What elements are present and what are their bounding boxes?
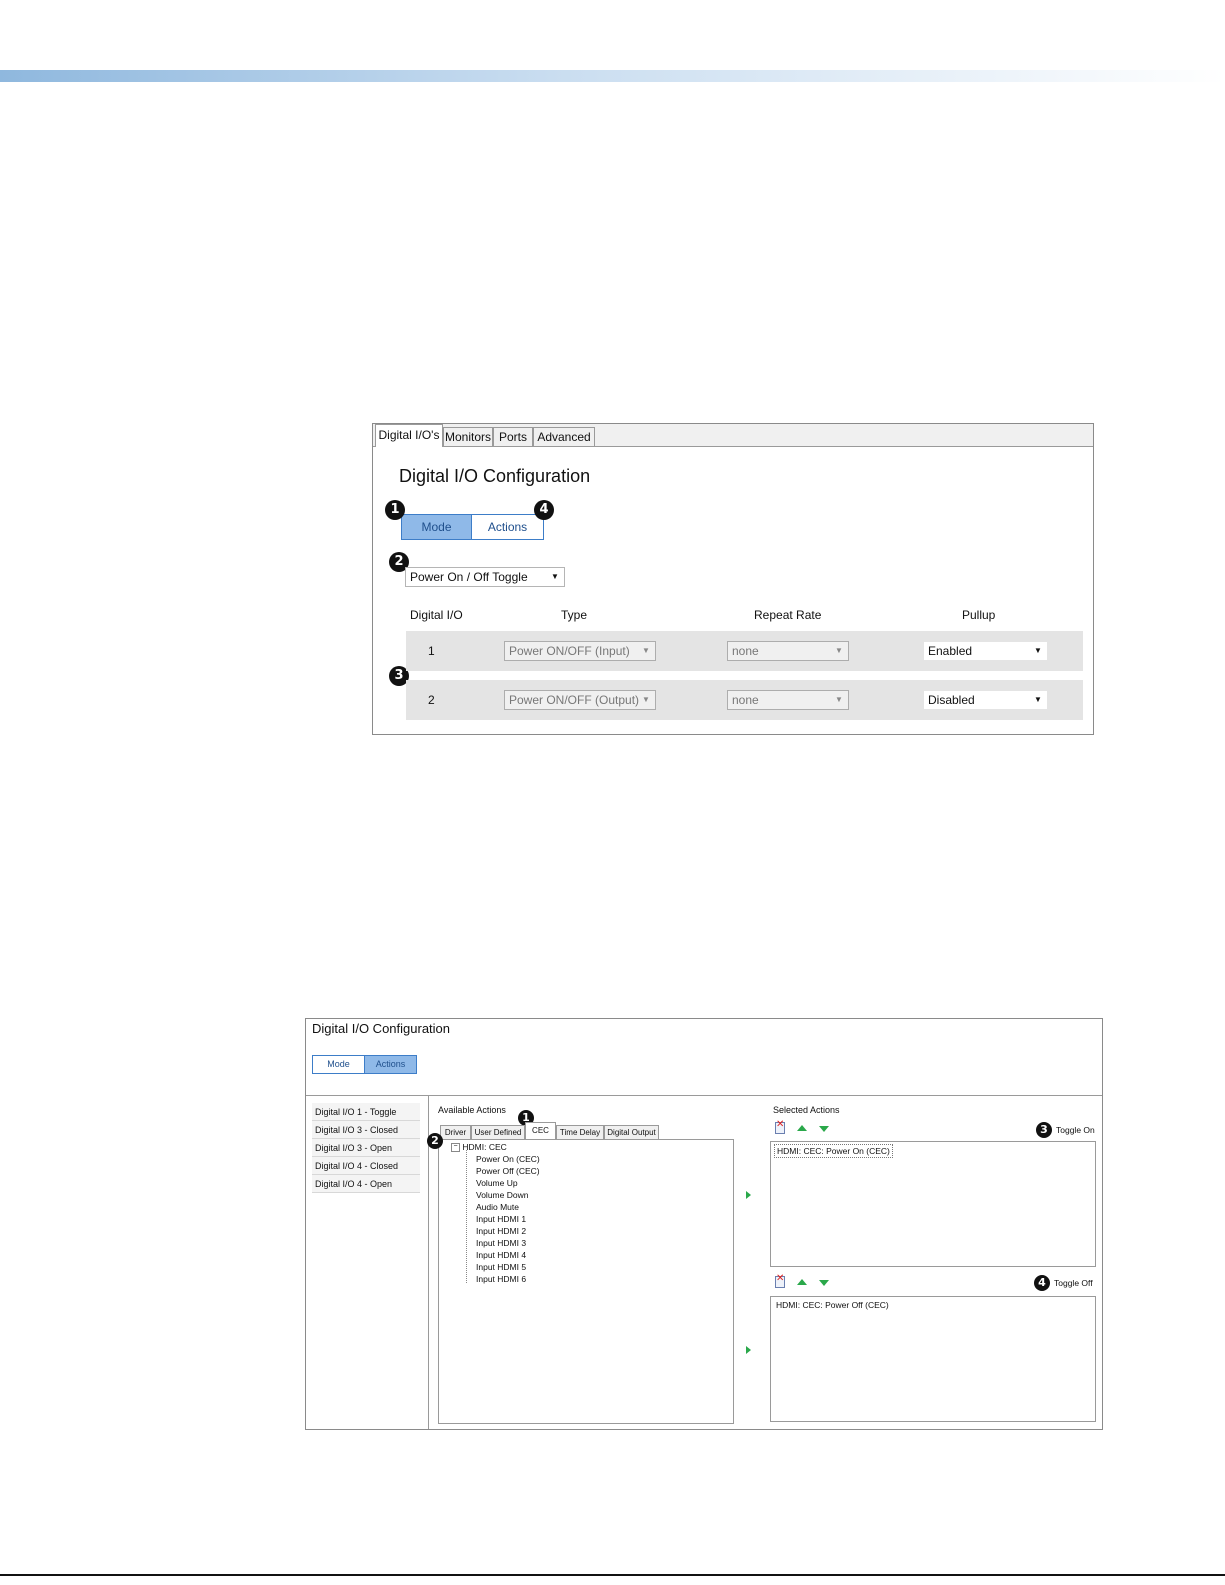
digital-io-mode-panel: Digital I/O's Monitors Ports Advanced Di… xyxy=(372,423,1094,735)
type-select: Power ON/OFF (Output) ▼ xyxy=(504,690,656,710)
tree-item[interactable]: Input HDMI 1 xyxy=(476,1213,526,1225)
collapse-icon[interactable]: − xyxy=(451,1143,460,1153)
tab-ports[interactable]: Ports xyxy=(493,427,533,446)
tree-item[interactable]: Input HDMI 2 xyxy=(476,1225,526,1237)
tree-item[interactable]: Input HDMI 3 xyxy=(476,1237,526,1249)
tab-user-defined[interactable]: User Defined xyxy=(471,1125,525,1139)
pullup-value: Enabled xyxy=(928,644,973,658)
chevron-down-icon: ▼ xyxy=(551,572,559,581)
move-up-icon[interactable] xyxy=(797,1125,807,1131)
mode-button[interactable]: Mode xyxy=(312,1055,365,1074)
available-actions-tree: − HDMI: CEC Power On (CEC) Power Off (CE… xyxy=(438,1139,734,1424)
tab-cec[interactable]: CEC xyxy=(525,1122,556,1140)
column-header-digital-io: Digital I/O xyxy=(410,608,463,622)
tree-item[interactable]: Input HDMI 5 xyxy=(476,1261,526,1273)
digital-io-list: Digital I/O 1 - Toggle Digital I/O 3 - C… xyxy=(306,1096,429,1429)
tab-monitors[interactable]: Monitors xyxy=(443,427,493,446)
selected-actions-label: Selected Actions xyxy=(773,1105,840,1115)
chevron-down-icon: ▼ xyxy=(835,646,843,655)
chevron-down-icon: ▼ xyxy=(835,695,843,704)
list-item[interactable]: HDMI: CEC: Power Off (CEC) xyxy=(776,1299,889,1311)
tree: − HDMI: CEC Power On (CEC) Power Off (CE… xyxy=(439,1140,733,1423)
tab-digital-ios[interactable]: Digital I/O's xyxy=(375,424,443,447)
actions-button[interactable]: Actions xyxy=(364,1055,417,1074)
repeat-rate-select: none ▼ xyxy=(727,641,849,661)
tree-root[interactable]: − HDMI: CEC xyxy=(451,1141,507,1153)
actions-button[interactable]: Actions xyxy=(471,514,544,540)
mode-button[interactable]: Mode xyxy=(401,514,472,540)
toggle-off-label: Toggle Off xyxy=(1054,1278,1093,1288)
tree-item[interactable]: Volume Down xyxy=(476,1189,528,1201)
repeat-rate-select: none ▼ xyxy=(727,690,849,710)
list-item[interactable]: Digital I/O 3 - Open xyxy=(312,1139,420,1157)
list-item[interactable]: Digital I/O 4 - Open xyxy=(312,1175,420,1193)
repeat-rate-value: none xyxy=(732,644,759,658)
tree-item[interactable]: Input HDMI 4 xyxy=(476,1249,526,1261)
digital-io-actions-panel: Digital I/O Configuration Mode Actions D… xyxy=(305,1018,1103,1430)
add-to-toggle-off-icon[interactable] xyxy=(746,1346,751,1354)
row-io-number: 1 xyxy=(428,644,435,658)
tree-item[interactable]: Input HDMI 6 xyxy=(476,1273,526,1285)
toggle-off-actions-box: HDMI: CEC: Power Off (CEC) xyxy=(770,1296,1096,1422)
mode-select-value: Power On / Off Toggle xyxy=(410,570,528,584)
tree-item[interactable]: Volume Up xyxy=(476,1177,518,1189)
footer-rule xyxy=(0,1574,1225,1576)
row-io-number: 2 xyxy=(428,693,435,707)
type-select-value: Power ON/OFF (Input) xyxy=(509,644,630,658)
table-row: 1 Power ON/OFF (Input) ▼ none ▼ Enabled … xyxy=(406,631,1083,671)
list-item[interactable]: Digital I/O 3 - Closed xyxy=(312,1121,420,1139)
delete-icon[interactable] xyxy=(775,1119,785,1134)
pullup-value: Disabled xyxy=(928,693,975,707)
move-down-icon[interactable] xyxy=(819,1280,829,1286)
type-select: Power ON/OFF (Input) ▼ xyxy=(504,641,656,661)
callout-badge-3: 3 xyxy=(1036,1122,1052,1138)
tree-connector xyxy=(466,1150,468,1283)
callout-badge-2: 2 xyxy=(427,1133,443,1149)
list-item[interactable]: Digital I/O 1 - Toggle xyxy=(312,1103,420,1121)
pullup-select[interactable]: Enabled ▼ xyxy=(923,641,1048,661)
tab-strip: Digital I/O's Monitors Ports Advanced xyxy=(373,424,1093,447)
available-actions-label: Available Actions xyxy=(438,1105,506,1115)
type-select-value: Power ON/OFF (Output) xyxy=(509,693,640,707)
tree-item[interactable]: Power Off (CEC) xyxy=(476,1165,540,1177)
chevron-down-icon: ▼ xyxy=(642,646,650,655)
toggle-on-label: Toggle On xyxy=(1056,1125,1095,1135)
tab-digital-output[interactable]: Digital Output xyxy=(604,1125,659,1139)
callout-badge-1: 1 xyxy=(385,500,405,520)
table-row: 2 Power ON/OFF (Output) ▼ none ▼ Disable… xyxy=(406,680,1083,720)
column-header-pullup: Pullup xyxy=(962,608,996,622)
tree-item[interactable]: Power On (CEC) xyxy=(476,1153,540,1165)
header-gradient-bar xyxy=(0,70,1225,82)
tree-root-label: HDMI: CEC xyxy=(462,1142,507,1152)
add-to-toggle-on-icon[interactable] xyxy=(746,1191,751,1199)
page-title: Digital I/O Configuration xyxy=(312,1021,451,1036)
list-item[interactable]: Digital I/O 4 - Closed xyxy=(312,1157,420,1175)
column-header-type: Type xyxy=(561,608,588,622)
tab-driver[interactable]: Driver xyxy=(440,1125,471,1139)
repeat-rate-value: none xyxy=(732,693,759,707)
page-title: Digital I/O Configuration xyxy=(399,466,591,486)
callout-badge-4: 4 xyxy=(1034,1275,1050,1291)
toggle-on-actions-box: HDMI: CEC: Power On (CEC) xyxy=(770,1141,1096,1267)
chevron-down-icon: ▼ xyxy=(1034,695,1042,704)
list-item[interactable]: HDMI: CEC: Power On (CEC) xyxy=(774,1144,893,1158)
callout-badge-4: 4 xyxy=(534,500,554,520)
pullup-select[interactable]: Disabled ▼ xyxy=(923,690,1048,710)
tab-advanced[interactable]: Advanced xyxy=(533,427,595,446)
delete-icon[interactable] xyxy=(775,1273,785,1288)
mode-select[interactable]: Power On / Off Toggle ▼ xyxy=(405,567,565,587)
tree-item[interactable]: Audio Mute xyxy=(476,1201,519,1213)
move-down-icon[interactable] xyxy=(819,1126,829,1132)
chevron-down-icon: ▼ xyxy=(1034,646,1042,655)
column-header-repeat-rate: Repeat Rate xyxy=(754,608,822,622)
chevron-down-icon: ▼ xyxy=(642,695,650,704)
tab-time-delay[interactable]: Time Delay xyxy=(556,1125,604,1139)
move-up-icon[interactable] xyxy=(797,1279,807,1285)
